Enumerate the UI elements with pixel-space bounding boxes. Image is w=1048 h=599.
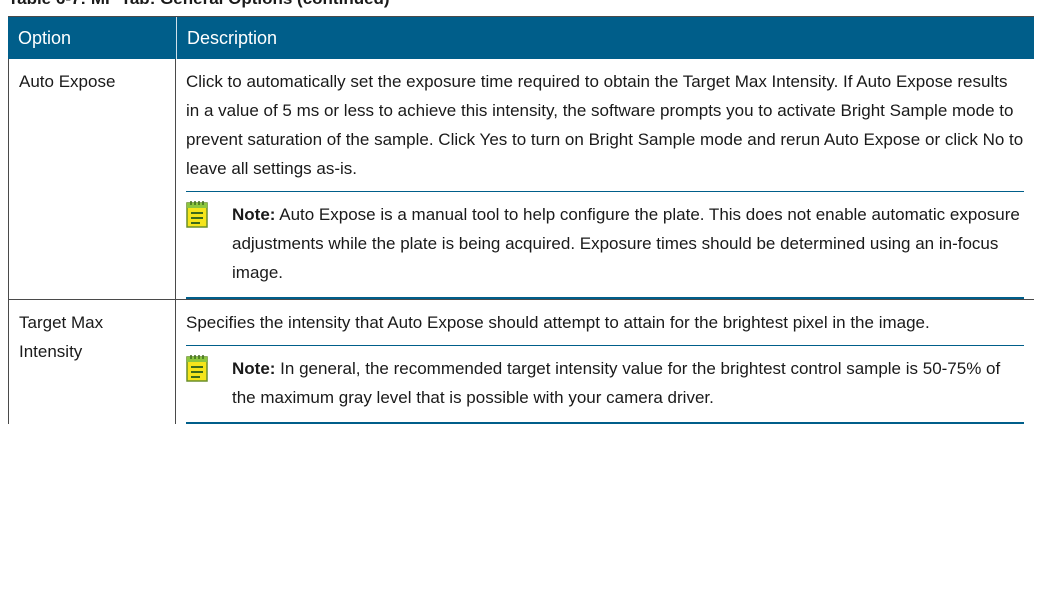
option-cell: Target Max Intensity — [8, 300, 176, 424]
note-box: Note: In general, the recommended target… — [186, 345, 1024, 424]
option-cell: Auto Expose — [8, 59, 176, 299]
note-box: Note: Auto Expose is a manual tool to he… — [186, 191, 1024, 299]
table-header-row: Option Description — [8, 16, 1034, 59]
note-icon — [186, 355, 208, 382]
note-icon — [186, 201, 208, 228]
table-row: Auto Expose Click to automatically set t… — [8, 59, 1034, 300]
table-caption: Table 6-7: MP Tab: General Options (cont… — [8, 0, 390, 9]
header-description: Description — [176, 17, 1034, 59]
note-body: Note: Auto Expose is a manual tool to he… — [232, 200, 1024, 287]
note-label: Note: — [232, 205, 276, 224]
description-text: Click to automatically set the exposure … — [186, 72, 1024, 178]
description-cell: Click to automatically set the exposure … — [176, 59, 1034, 299]
description-cell: Specifies the intensity that Auto Expose… — [176, 300, 1034, 424]
note-text: In general, the recommended target inten… — [232, 359, 1001, 407]
note-text: Auto Expose is a manual tool to help con… — [232, 205, 1020, 282]
options-table: Option Description Auto Expose Click to … — [8, 16, 1034, 424]
note-label: Note: — [232, 359, 276, 378]
document-page: Table 6-7: MP Tab: General Options (cont… — [0, 0, 1048, 599]
note-body: Note: In general, the recommended target… — [232, 354, 1024, 412]
description-text: Specifies the intensity that Auto Expose… — [186, 313, 930, 332]
header-option: Option — [18, 27, 72, 48]
table-row: Target Max Intensity Specifies the inten… — [8, 300, 1034, 424]
